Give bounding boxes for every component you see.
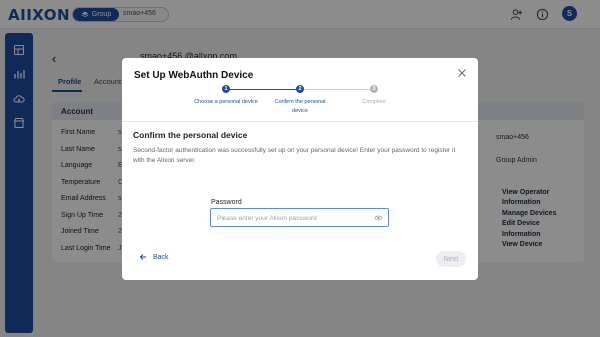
password-field[interactable] [210,208,389,227]
step-indicator-3: 3 [370,85,378,93]
step-indicator-2: 2 [296,85,304,93]
step-label-3: Complete [334,98,414,107]
section-description: Second-factor authentication was success… [133,147,456,164]
stepper-line-done [229,89,301,90]
back-button[interactable]: Back [139,253,169,261]
stepper-line-pending [304,89,374,90]
eye-icon[interactable] [374,214,383,222]
section-title: Confirm the personal device [133,130,248,140]
back-button-label: Back [153,253,169,261]
step-indicator-1: 1 [222,85,230,93]
next-button[interactable]: Next [436,251,466,267]
step-label-2: Confirm the personal device [260,98,340,116]
step-label-1: Choose a personal device [186,98,266,107]
close-icon[interactable] [456,67,468,79]
step-label-line: Complete [362,99,386,105]
step-label-line: device [292,108,308,114]
modal-divider [122,121,478,122]
step-label-line: Confirm the personal [274,99,326,105]
modal-title: Set Up WebAuthn Device [134,70,254,81]
webauthn-modal: Set Up WebAuthn Device 1 2 3 Choose a pe… [122,58,478,280]
step-label-line: Choose a personal device [194,99,258,105]
arrow-left-icon [139,254,146,260]
password-input[interactable] [217,212,367,224]
password-label: Password [211,199,242,206]
